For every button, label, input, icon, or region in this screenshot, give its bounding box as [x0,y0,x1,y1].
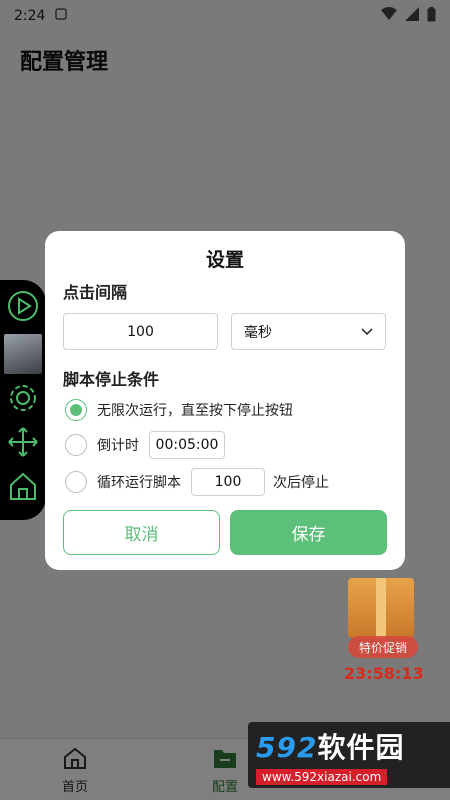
gift-ribbon [376,578,386,638]
option-infinite-radio[interactable] [65,399,87,421]
move-arrows-icon [7,426,39,462]
home-icon [7,470,39,506]
option-countdown-radio[interactable] [65,434,87,456]
interval-input[interactable]: 100 [63,313,218,350]
promo-badge: 特价促销 [348,636,418,658]
promo-gift-widget[interactable]: 特价促销 23:58:13 [340,578,424,686]
promo-timer: 23:58:13 [344,664,424,683]
play-icon [7,290,39,326]
watermark-brand-num: 592 [256,731,318,764]
loop-count-input[interactable]: 100 [191,468,265,496]
watermark-brand-cn: 软件园 [317,731,405,764]
option-countdown[interactable]: 倒计时 00:05:00 [65,431,225,459]
option-countdown-label: 倒计时 [97,438,139,454]
gear-icon [7,382,39,418]
save-button[interactable]: 保存 [230,510,387,555]
option-loop[interactable]: 循环运行脚本 100 次后停止 [65,468,329,496]
site-watermark: 592软件园 www.592xiazai.com [248,722,450,788]
option-loop-radio[interactable] [65,471,87,493]
settings-dialog: 设置 点击间隔 100 毫秒 脚本停止条件 无限次运行，直至按下停止按钮 倒计时… [45,231,405,570]
play-button[interactable] [5,290,41,326]
dialog-title: 设置 [205,249,244,271]
settings-button[interactable] [5,382,41,418]
floating-toolbar [0,280,46,520]
option-infinite-label: 无限次运行，直至按下停止按钮 [97,403,293,419]
move-button[interactable] [5,426,41,462]
cancel-button[interactable]: 取消 [63,510,220,555]
watermark-brand: 592软件园 [256,726,442,766]
avatar-thumbnail[interactable] [4,334,42,374]
watermark-url: www.592xiazai.com [256,769,388,785]
chevron-down-icon [361,327,373,336]
unit-select[interactable]: 毫秒 [231,313,386,350]
countdown-input[interactable]: 00:05:00 [149,431,225,459]
home-button[interactable] [5,470,41,506]
interval-label: 点击间隔 [63,283,128,302]
option-loop-suffix: 次后停止 [273,475,329,491]
unit-select-value: 毫秒 [244,324,272,341]
stop-condition-label: 脚本停止条件 [63,370,160,389]
option-loop-label: 循环运行脚本 [97,475,181,491]
option-infinite[interactable]: 无限次运行，直至按下停止按钮 [65,399,293,421]
